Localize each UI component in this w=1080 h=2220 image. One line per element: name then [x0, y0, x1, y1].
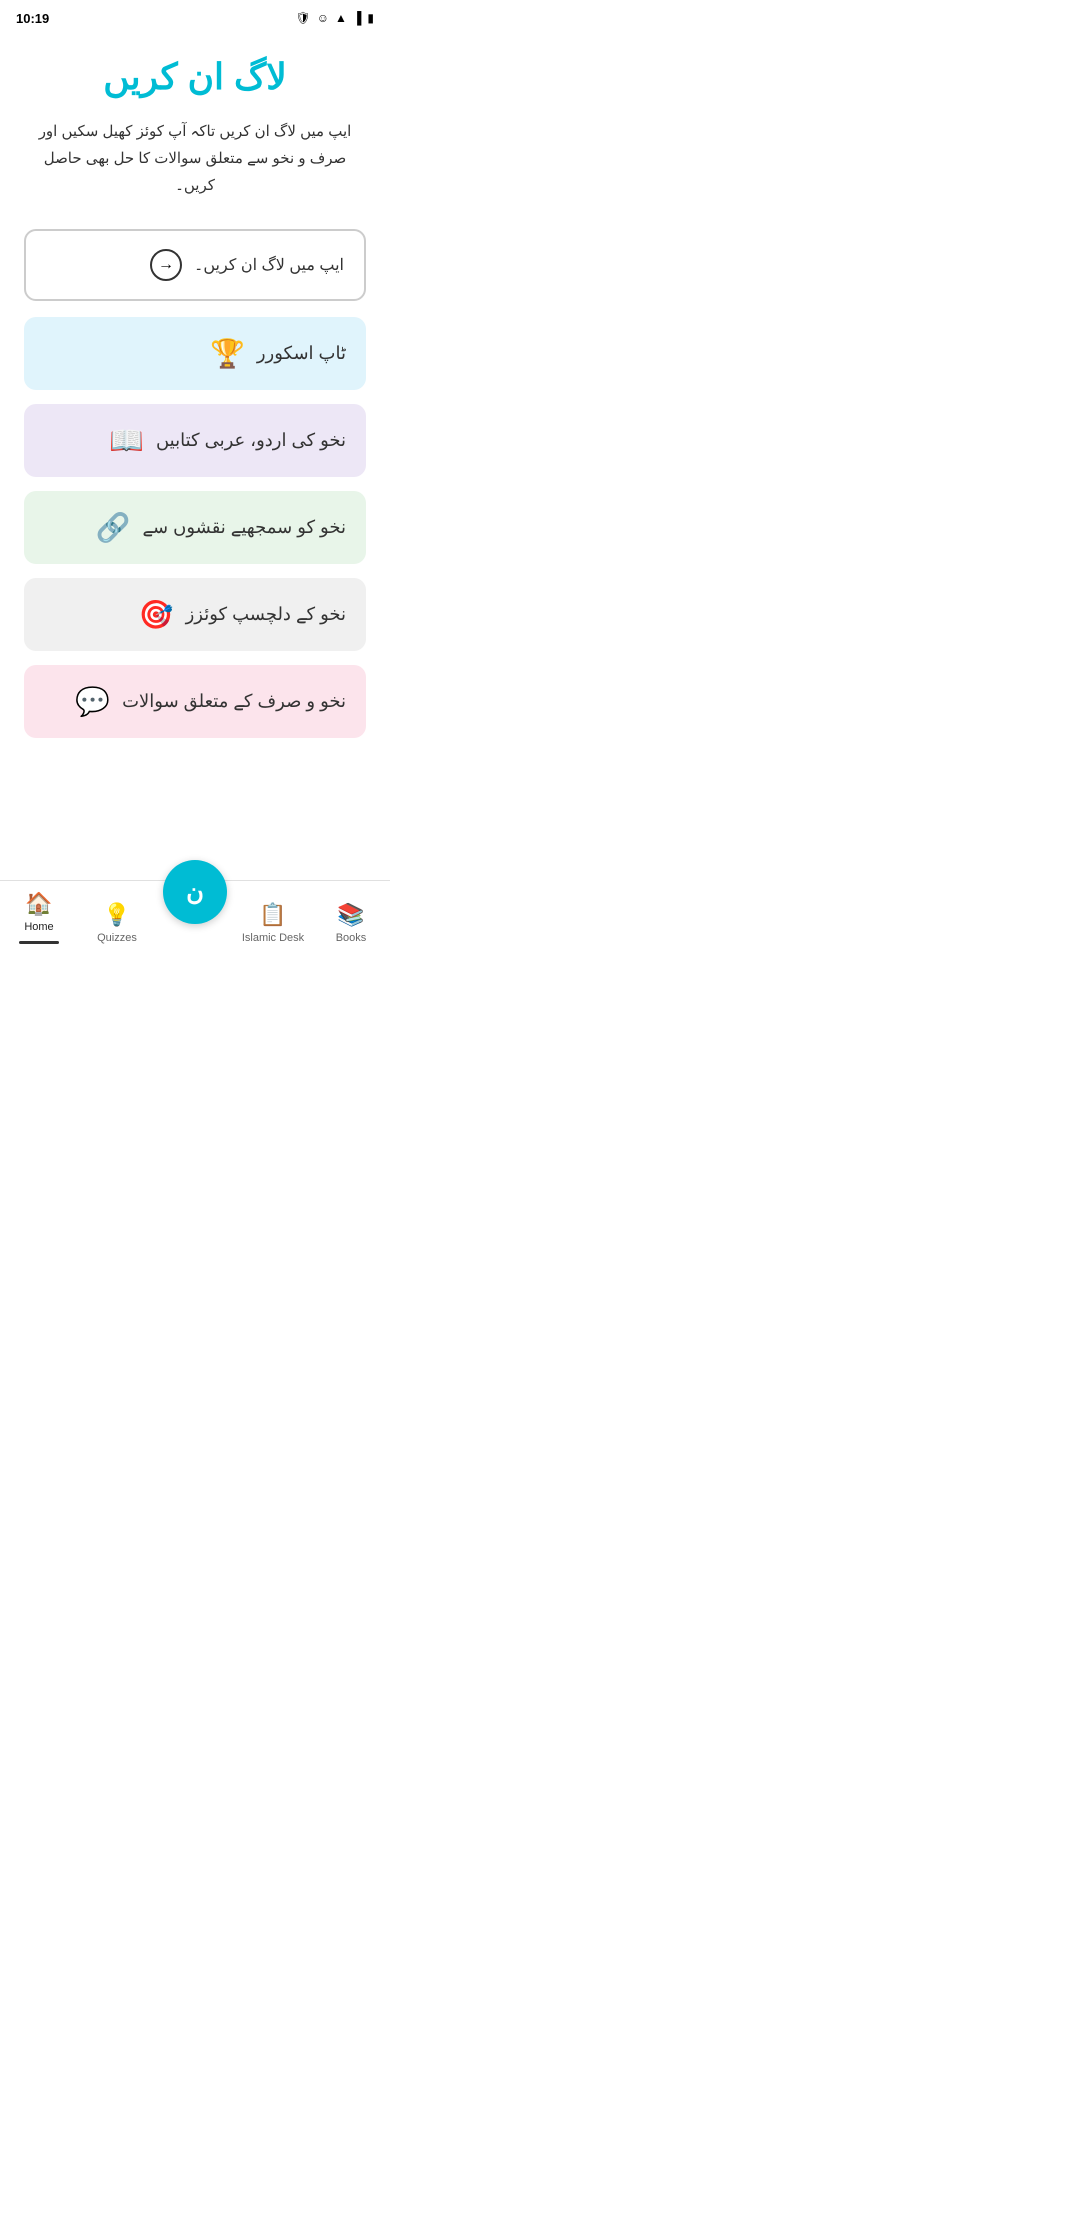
- nav-islamic-desk[interactable]: 📋 Islamic Desk: [234, 902, 312, 948]
- quizzes-nav-label: Quizzes: [97, 932, 137, 944]
- islamic-desk-label: Islamic Desk: [242, 932, 304, 944]
- quizzes-label: نخو کے دلچسپ کوئزز: [186, 604, 346, 625]
- home-icon: 🏠: [25, 891, 52, 917]
- smile-icon: ☺: [317, 11, 329, 25]
- page-description: ایپ میں لاگ ان کریں تاکہ آپ کوئز کھیل سک…: [24, 118, 366, 199]
- quizzes-nav-icon: 💡: [103, 902, 130, 928]
- login-button[interactable]: → ایپ میں لاگ ان کریں۔: [24, 229, 366, 301]
- login-button-text: ایپ میں لاگ ان کریں۔: [194, 255, 344, 275]
- islamic-desk-icon: 📋: [259, 902, 286, 928]
- login-arrow-icon: →: [150, 249, 182, 281]
- quizzes-card[interactable]: 🎯 نخو کے دلچسپ کوئزز: [24, 578, 366, 651]
- nav-home[interactable]: 🏠 Home: [0, 891, 78, 948]
- books-card[interactable]: 📖 نخو کی اردو، عربی کتابیں: [24, 404, 366, 477]
- battery-icon: ▮: [367, 11, 374, 25]
- diagrams-label: نخو کو سمجھیے نقشوں سے: [142, 517, 346, 538]
- shield-icon: 🛡: [295, 11, 310, 25]
- logo-text: ن: [186, 878, 204, 907]
- home-label: Home: [24, 921, 53, 933]
- main-content: لاگ ان کریں ایپ میں لاگ ان کریں تاکہ آپ …: [0, 36, 390, 880]
- page-title: لاگ ان کریں: [103, 56, 287, 98]
- nav-books[interactable]: 📚 Books: [312, 902, 390, 948]
- status-bar: 10:19 🛡 ☺ ▲ ▐ ▮: [0, 0, 390, 36]
- diagrams-card[interactable]: 🔗 نخو کو سمجھیے نقشوں سے: [24, 491, 366, 564]
- books-nav-icon: 📚: [337, 902, 364, 928]
- signal-icon: ▐: [353, 11, 362, 25]
- questions-card[interactable]: 💬 نخو و صرف کے متعلق سوالات: [24, 665, 366, 738]
- chat-icon: 💬: [75, 685, 110, 718]
- nav-quizzes[interactable]: 💡 Quizzes: [78, 902, 156, 948]
- quiz-icon: 🎯: [139, 598, 174, 631]
- bottom-nav: 🏠 Home 💡 Quizzes ن 📋 Islamic Desk 📚 Book…: [0, 880, 390, 960]
- nav-center[interactable]: ن: [156, 860, 234, 928]
- books-nav-label: Books: [336, 932, 367, 944]
- trophy-icon: 🏆: [210, 337, 245, 370]
- active-indicator: [19, 941, 59, 944]
- top-scorer-card[interactable]: 🏆 ٹاپ اسکورر: [24, 317, 366, 390]
- book-icon: 📖: [109, 424, 144, 457]
- logo-circle: ن: [163, 860, 227, 924]
- status-icons: 🛡 ☺ ▲ ▐ ▮: [295, 11, 374, 25]
- wifi-icon: ▲: [335, 11, 347, 25]
- questions-label: نخو و صرف کے متعلق سوالات: [122, 691, 346, 712]
- network-icon: 🔗: [96, 511, 131, 544]
- books-label: نخو کی اردو، عربی کتابیں: [156, 430, 346, 451]
- top-scorer-label: ٹاپ اسکورر: [257, 343, 346, 364]
- status-time: 10:19: [16, 11, 49, 26]
